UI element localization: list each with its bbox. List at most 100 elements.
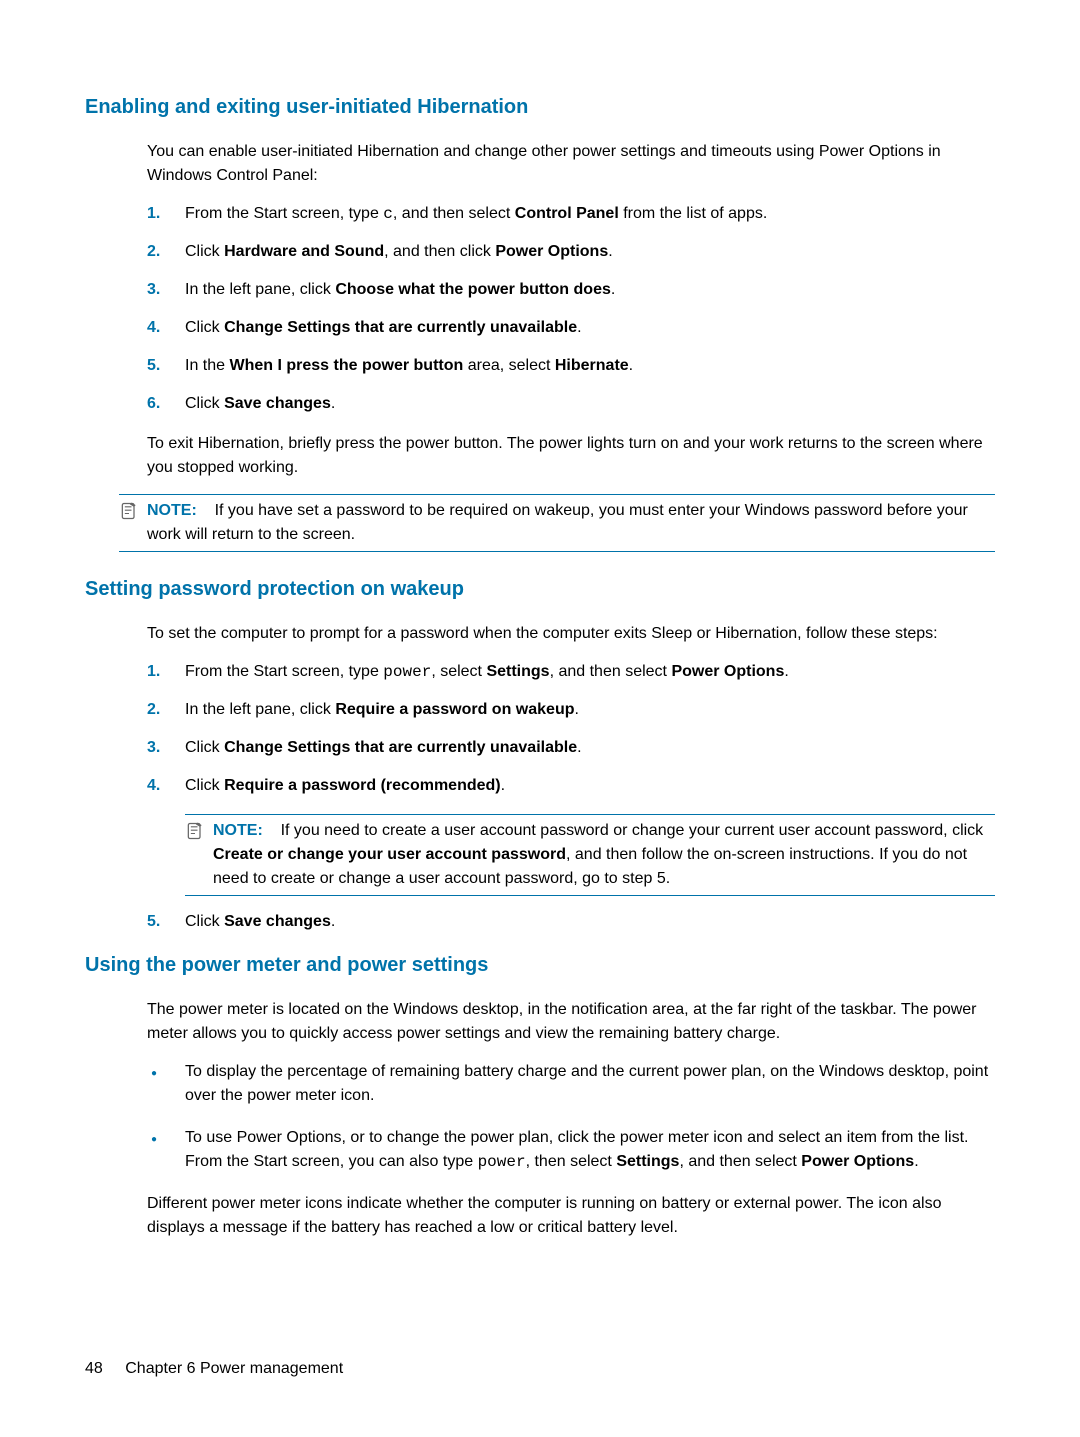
list-item: 1. From the Start screen, type c, and th… — [147, 202, 995, 226]
text: area, select — [463, 357, 555, 374]
note-content: NOTE: If you have set a password to be r… — [147, 499, 995, 547]
power-meter-bullets: ● To display the percentage of remaining… — [147, 1060, 995, 1174]
note-icon — [119, 499, 147, 529]
bold-text: Create or change your user account passw… — [213, 846, 566, 863]
text: In the left pane, click — [185, 701, 335, 718]
list-item: 2. Click Hardware and Sound, and then cl… — [147, 240, 995, 264]
intro-text: To set the computer to prompt for a pass… — [147, 622, 995, 646]
list-item: 5. In the When I press the power button … — [147, 354, 995, 378]
intro-text: You can enable user-initiated Hibernatio… — [147, 140, 995, 188]
bold-text: Settings — [616, 1153, 679, 1170]
bold-text: Power Options — [671, 663, 784, 680]
text: Click — [185, 395, 224, 412]
text: , then select — [526, 1153, 617, 1170]
text: from the list of apps. — [619, 205, 768, 222]
password-steps-cont: 5. Click Save changes. — [147, 910, 995, 934]
bold-text: Save changes — [224, 395, 331, 412]
body-text: Different power meter icons indicate whe… — [147, 1192, 995, 1240]
bold-text: When I press the power button — [229, 357, 463, 374]
code-text: c — [383, 205, 393, 223]
note-text: If you need to create a user account pas… — [281, 822, 984, 839]
text: . — [914, 1153, 918, 1170]
note-label: NOTE: — [213, 822, 263, 839]
body-text: To exit Hibernation, briefly press the p… — [147, 432, 995, 480]
text: , select — [431, 663, 486, 680]
bold-text: Require a password on wakeup — [335, 701, 574, 718]
text: . — [608, 243, 612, 260]
page-number: 48 — [85, 1360, 103, 1377]
list-item: 3. In the left pane, click Choose what t… — [147, 278, 995, 302]
text: . — [611, 281, 615, 298]
text: , and then select — [679, 1153, 801, 1170]
text: Click — [185, 777, 224, 794]
code-text: power — [478, 1153, 526, 1171]
bold-text: Control Panel — [515, 205, 619, 222]
text: . — [577, 319, 581, 336]
code-text: power — [383, 663, 431, 681]
list-item: 4. Click Require a password (recommended… — [147, 774, 995, 798]
step-number: 1. — [147, 202, 185, 226]
chapter-label: Chapter 6 Power management — [125, 1360, 343, 1377]
list-item: 3. Click Change Settings that are curren… — [147, 736, 995, 760]
bold-text: Hibernate — [555, 357, 629, 374]
heading-power-meter: Using the power meter and power settings — [85, 950, 995, 980]
heading-hibernation: Enabling and exiting user-initiated Hibe… — [85, 92, 995, 122]
text: Click — [185, 319, 224, 336]
text: . — [784, 663, 788, 680]
text: Click — [185, 739, 224, 756]
bold-text: Change Settings that are currently unava… — [224, 319, 577, 336]
note-content: NOTE: If you need to create a user accou… — [213, 819, 995, 891]
list-item: 1. From the Start screen, type power, se… — [147, 660, 995, 684]
step-number: 4. — [147, 316, 185, 340]
list-item: 2. In the left pane, click Require a pas… — [147, 698, 995, 722]
bold-text: Save changes — [224, 913, 331, 930]
list-item: 6. Click Save changes. — [147, 392, 995, 416]
list-item: ● To use Power Options, or to change the… — [147, 1126, 995, 1174]
step-number: 1. — [147, 660, 185, 684]
step-number: 5. — [147, 910, 185, 934]
text: . — [501, 777, 505, 794]
step-number: 2. — [147, 240, 185, 264]
text: . — [574, 701, 578, 718]
text: In the — [185, 357, 229, 374]
password-steps: 1. From the Start screen, type power, se… — [147, 660, 995, 798]
text: . — [331, 395, 335, 412]
step-number: 3. — [147, 278, 185, 302]
bold-text: Hardware and Sound — [224, 243, 384, 260]
note-label: NOTE: — [147, 502, 197, 519]
bullet-icon: ● — [147, 1126, 185, 1147]
note-box: NOTE: If you have set a password to be r… — [119, 494, 995, 552]
bold-text: Power Options — [495, 243, 608, 260]
text: , and then select — [393, 205, 515, 222]
text: In the left pane, click — [185, 281, 335, 298]
bold-text: Choose what the power button does — [335, 281, 611, 298]
hibernation-steps: 1. From the Start screen, type c, and th… — [147, 202, 995, 416]
text: From the Start screen, type — [185, 205, 383, 222]
heading-password: Setting password protection on wakeup — [85, 574, 995, 604]
bullet-icon: ● — [147, 1060, 185, 1081]
text: Click — [185, 243, 224, 260]
list-item: ● To display the percentage of remaining… — [147, 1060, 995, 1108]
bold-text: Change Settings that are currently unava… — [224, 739, 577, 756]
page-footer: 48 Chapter 6 Power management — [85, 1357, 343, 1381]
list-item: 5. Click Save changes. — [147, 910, 995, 934]
list-item: 4. Click Change Settings that are curren… — [147, 316, 995, 340]
step-number: 4. — [147, 774, 185, 798]
text: . — [577, 739, 581, 756]
bold-text: Settings — [486, 663, 549, 680]
note-icon — [185, 819, 213, 849]
step-number: 6. — [147, 392, 185, 416]
text: , and then select — [550, 663, 672, 680]
text: . — [629, 357, 633, 374]
step-number: 3. — [147, 736, 185, 760]
text: . — [331, 913, 335, 930]
text: From the Start screen, type — [185, 663, 383, 680]
text: , and then click — [384, 243, 495, 260]
intro-text: The power meter is located on the Window… — [147, 998, 995, 1046]
bold-text: Require a password (recommended) — [224, 777, 501, 794]
text: To display the percentage of remaining b… — [185, 1060, 995, 1108]
note-text: If you have set a password to be require… — [147, 502, 968, 543]
note-box: NOTE: If you need to create a user accou… — [185, 814, 995, 896]
text: Click — [185, 913, 224, 930]
bold-text: Power Options — [801, 1153, 914, 1170]
